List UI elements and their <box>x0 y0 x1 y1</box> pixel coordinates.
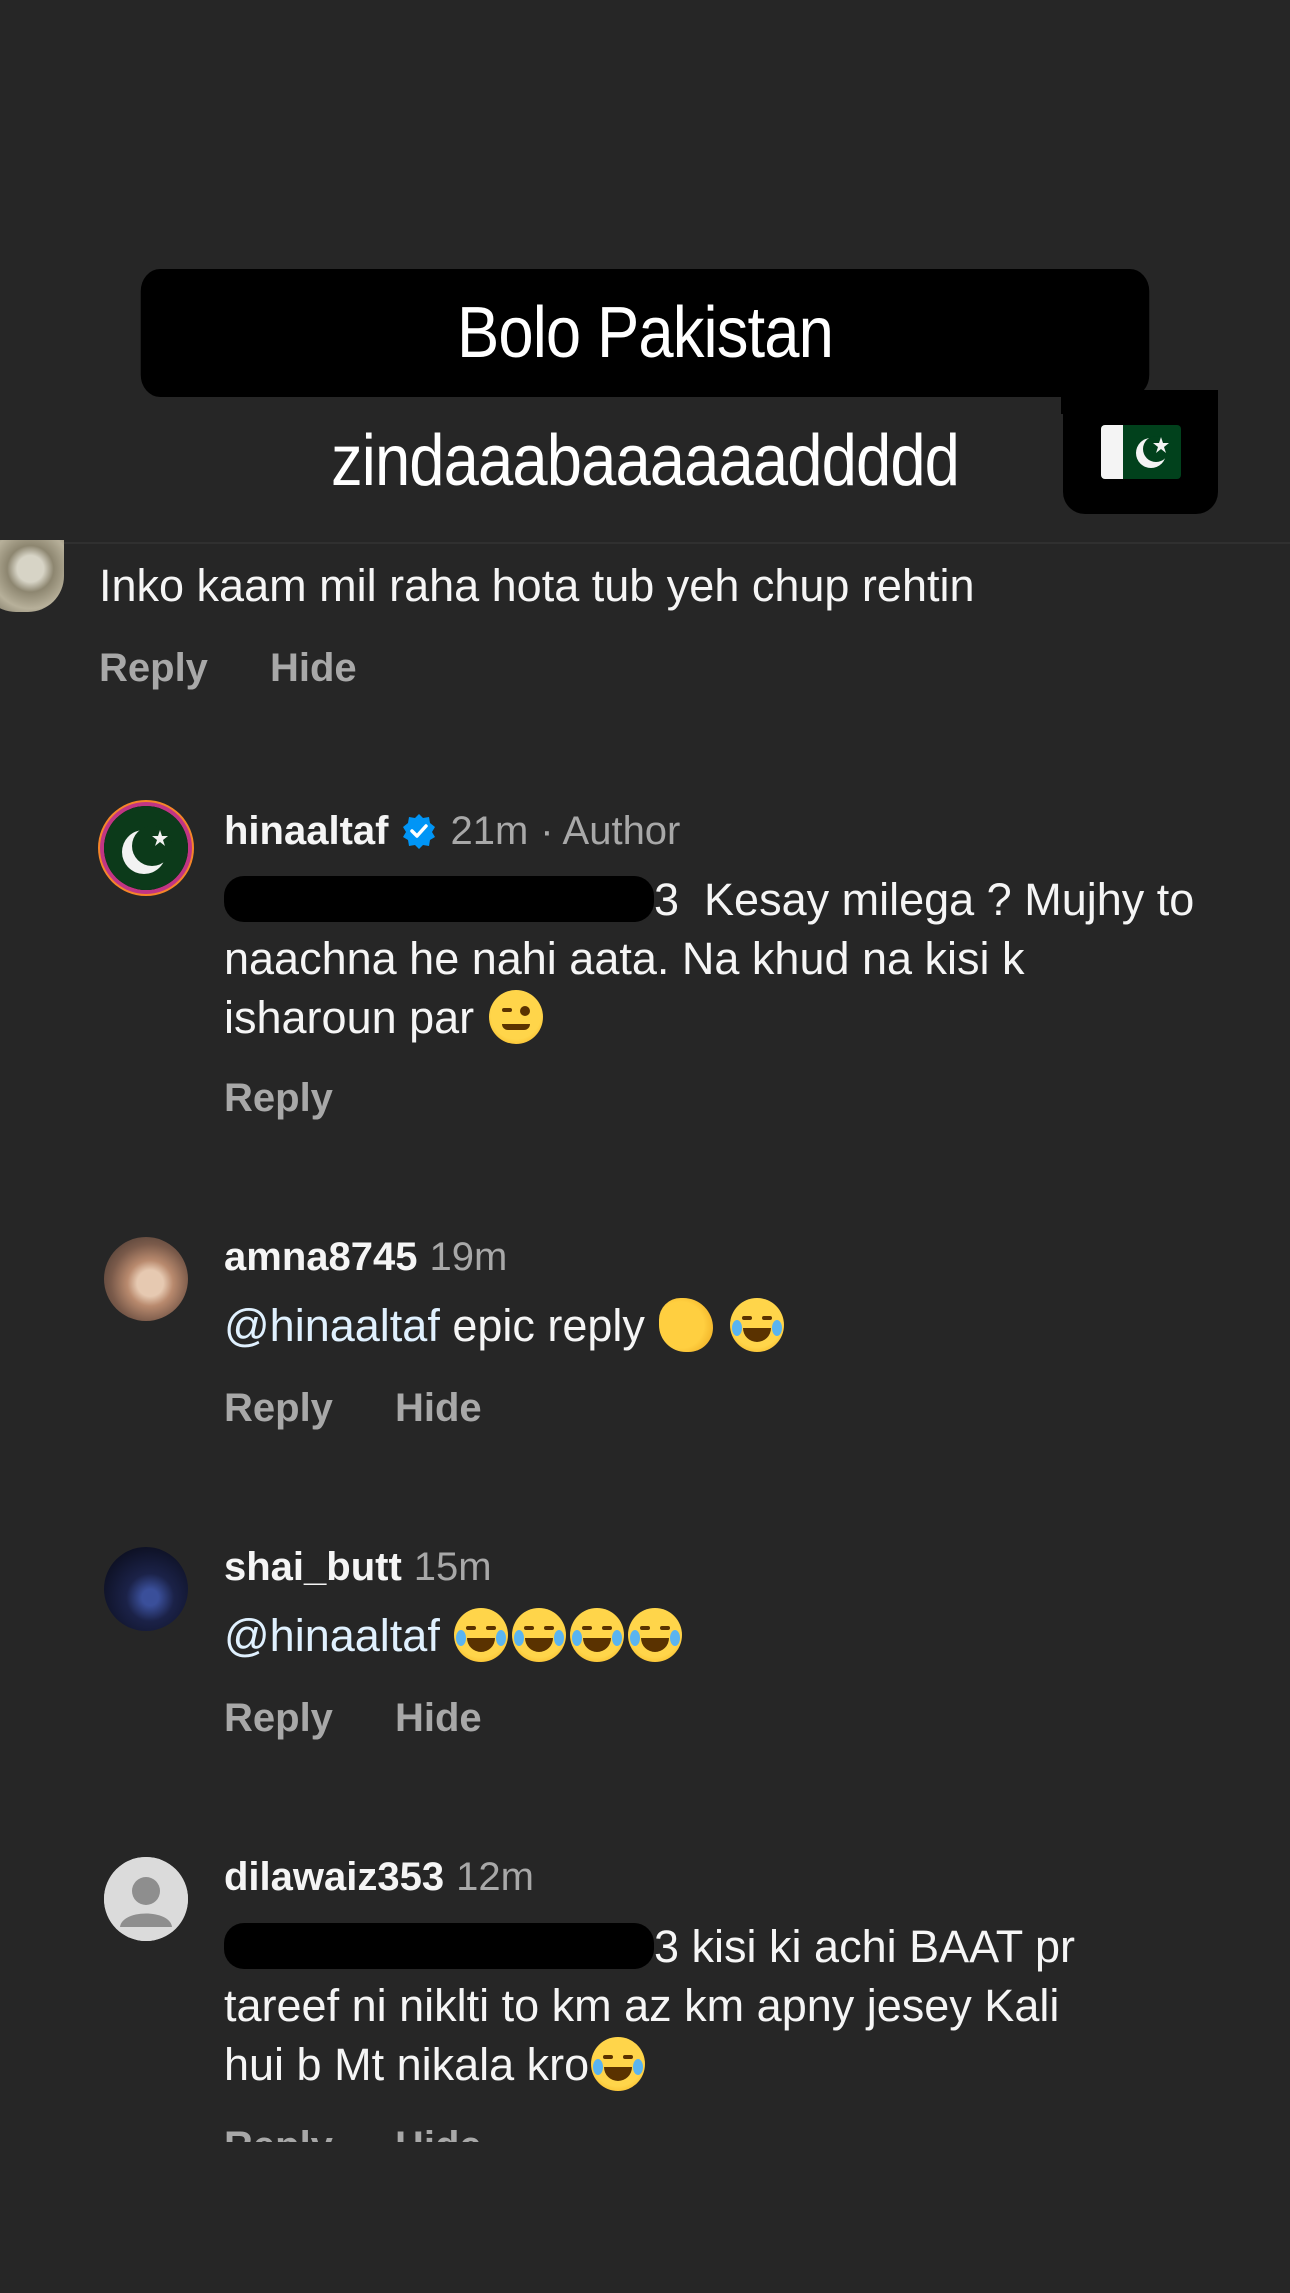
redacted-mention <box>224 1923 654 1970</box>
reply-button[interactable]: Reply <box>224 1386 333 1431</box>
story-caption-flag-box <box>1061 390 1218 514</box>
timestamp: 12m <box>456 1855 534 1899</box>
laughing-tears-emoji-icon <box>591 2037 646 2092</box>
comment-actions: Reply Hide <box>224 1696 482 1741</box>
mention-link[interactable]: @hinaaltaf <box>224 1300 440 1351</box>
hide-button[interactable]: Hide <box>395 1386 482 1431</box>
hide-button[interactable]: Hide <box>395 2124 482 2142</box>
timestamp: 19m <box>429 1235 508 1279</box>
laughing-tears-emoji-icon <box>628 1608 683 1663</box>
divider <box>0 542 1290 544</box>
comment-actions: Reply <box>224 1076 333 1121</box>
comment-body: @hinaaltaf epic reply <box>224 1296 1274 1356</box>
comment-meta: shai_butt 15m <box>224 1543 492 1591</box>
laughing-tears-emoji-icon <box>454 1608 509 1663</box>
username[interactable]: hinaaltaf <box>224 807 388 855</box>
reply-button[interactable]: Reply <box>99 646 208 691</box>
comment-meta: hinaaltaf 21m · Author <box>224 806 680 855</box>
reply-button[interactable]: Reply <box>224 1076 333 1121</box>
comment-meta: dilawaiz353 12m <box>224 1853 534 1901</box>
crescent-moon-icon <box>104 806 188 890</box>
avatar[interactable] <box>104 1237 188 1321</box>
username[interactable]: amna8745 <box>224 1233 417 1281</box>
username[interactable]: shai_butt <box>224 1543 402 1591</box>
verified-badge-icon <box>403 814 436 849</box>
avatar[interactable] <box>104 806 188 890</box>
comment-actions: Reply Hide <box>224 1386 482 1431</box>
avatar[interactable] <box>0 540 64 612</box>
comment-body: 3 kisi ki achi BAAT pr tareef ni niklti … <box>224 1921 1075 2092</box>
comment-actions: Reply Hide <box>99 646 357 691</box>
clapping-hands-emoji-icon <box>659 1298 714 1353</box>
comment-body: 3 Kesay milega ? Mujhy to naachna he nah… <box>224 874 1195 1045</box>
comment-meta: amna8745 19m <box>224 1233 507 1281</box>
redacted-mention <box>224 876 654 923</box>
comment-text: Inko kaam mil raha hota tub yeh chup reh… <box>99 560 975 611</box>
author-badge: · Author <box>540 809 681 853</box>
laughing-tears-emoji-icon <box>570 1608 625 1663</box>
wink-emoji-icon <box>488 990 543 1045</box>
comment-actions-clipped: Reply Hide <box>224 2124 482 2142</box>
username[interactable]: dilawaiz353 <box>224 1853 444 1901</box>
default-user-icon <box>104 1857 188 1941</box>
mention-link[interactable]: @hinaaltaf <box>224 1610 440 1661</box>
laughing-tears-emoji-icon <box>512 1608 567 1663</box>
avatar[interactable] <box>104 1857 188 1941</box>
timestamp: 15m <box>413 1545 492 1589</box>
timestamp: 21m <box>450 809 529 853</box>
laughing-tears-emoji-icon <box>729 1298 784 1353</box>
comment-body: @hinaaltaf <box>224 1606 1274 1666</box>
pakistan-flag-icon <box>1100 425 1181 479</box>
hide-button[interactable]: Hide <box>270 646 357 691</box>
story-caption: Bolo Pakistan zindaaabaaaaaaddddd <box>140 269 1150 501</box>
avatar[interactable] <box>104 1547 188 1631</box>
reply-button[interactable]: Reply <box>224 1696 333 1741</box>
hide-button[interactable]: Hide <box>395 1696 482 1741</box>
reply-button[interactable]: Reply <box>224 2124 333 2142</box>
